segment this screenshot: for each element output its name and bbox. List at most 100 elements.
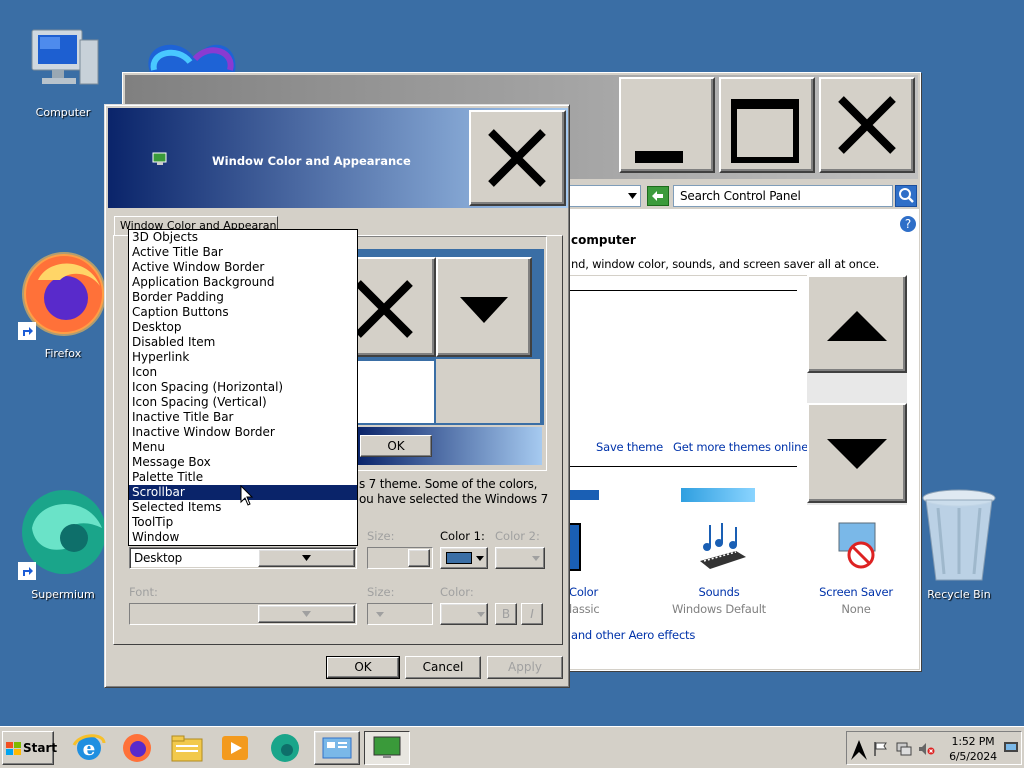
item-dropdown[interactable]: Desktop [129,547,357,569]
screen-saver-item[interactable]: Screen Saver None [791,519,921,616]
firefox-taskbar-icon[interactable] [118,731,156,765]
display-settings-icon [373,736,401,758]
dialog-close-button[interactable] [469,110,566,206]
screen-saver-icon [838,522,876,569]
svg-text:e: e [83,736,96,760]
computer-icon [31,29,99,85]
search-icon [899,188,914,203]
scroll-up-button[interactable] [807,275,907,373]
close-icon [838,96,896,154]
list-item[interactable]: 3D Objects [129,230,357,245]
list-item[interactable]: Window [129,530,357,545]
list-item[interactable]: Icon Spacing (Horizontal) [129,380,357,395]
desktop-icon-supermium[interactable]: Supermium [18,488,108,603]
flag-icon[interactable] [873,741,889,757]
list-item[interactable]: Icon Spacing (Vertical) [129,395,357,410]
color1-button[interactable] [440,547,488,569]
close-icon [488,129,546,187]
list-item[interactable]: Inactive Window Border [129,425,357,440]
arrow-up-icon [827,311,887,341]
shortcut-arrow-icon [18,562,36,580]
apply-button: Apply [487,656,563,679]
divider [569,466,797,467]
close-button[interactable] [819,77,915,173]
font-label: Font: [129,585,158,599]
recycle-bin-icon [922,489,996,581]
search-input[interactable]: Search Control Panel [673,185,893,207]
size-spinner [367,547,433,569]
ok-button[interactable]: OK [326,656,400,679]
desktop-icon-label: Firefox [44,347,82,360]
list-item[interactable]: Border Padding [129,290,357,305]
list-item[interactable]: Hyperlink [129,350,357,365]
cancel-button[interactable]: Cancel [405,656,481,679]
size-label: Size: [367,529,395,543]
list-item[interactable]: Active Window Border [129,260,357,275]
get-more-themes-link[interactable]: Get more themes online [673,440,808,454]
start-button[interactable]: Start [2,731,57,765]
preview-dropdown-button [436,257,532,357]
aero-effects-link[interactable]: and other Aero effects [571,628,695,642]
shortcut-arrow-icon [18,322,36,340]
scroll-down-button[interactable] [807,403,907,503]
font-size-label: Size: [367,585,395,599]
info-text-line2: ou have selected the Windows 7 [359,492,549,506]
list-item[interactable]: Disabled Item [129,335,357,350]
bold-button: B [495,603,517,625]
list-item[interactable]: Caption Buttons [129,305,357,320]
list-item[interactable]: Active Title Bar [129,245,357,260]
chevron-down-icon [628,193,637,199]
color-item-label: Color [569,585,599,599]
refresh-icon [652,191,663,201]
item-dropdown-arrow[interactable] [258,549,355,567]
display-settings-icon [152,152,167,165]
address-bar-dropdown[interactable] [569,185,641,207]
dialog-title: Window Color and Appearance [212,154,411,168]
page-heading: computer [571,233,636,247]
internet-explorer-icon[interactable]: e [70,731,108,765]
show-desktop-icon[interactable] [1003,741,1019,755]
save-theme-link[interactable]: Save theme [596,440,663,454]
supermium-taskbar-icon[interactable] [266,731,304,765]
sounds-item[interactable]: Sounds Windows Default [654,519,784,616]
list-item[interactable]: Inactive Title Bar [129,410,357,425]
desktop-icon-computer[interactable]: Computer [18,24,108,124]
list-item[interactable]: Palette Title [129,470,357,485]
maximize-button[interactable] [719,77,815,173]
desktop-icon-label: Recycle Bin [927,588,991,601]
theme-scrollbar[interactable] [807,275,907,505]
control-panel-task-button[interactable] [314,731,360,765]
network-icon[interactable] [895,741,913,757]
show-hidden-icons-icon[interactable] [849,736,869,762]
desktop-icon-label: Computer [35,106,91,119]
list-item[interactable]: Application Background [129,275,357,290]
list-item[interactable]: Message Box [129,455,357,470]
color-item[interactable]: Color lassic [569,519,639,616]
list-item[interactable]: Menu [129,440,357,455]
arrow-down-icon [827,439,887,469]
taskbar: Start e 1:52 PM 6/5/2024 [0,726,1024,768]
spinner-buttons [408,549,430,567]
maximize-icon [731,99,799,163]
color2-button [495,547,545,569]
screen-saver-item-label: Screen Saver [819,585,893,599]
refresh-button[interactable] [647,186,669,206]
font-dropdown-arrow [258,605,355,623]
control-panel-content: ? computer nd, window color, sounds, and… [569,209,919,669]
preview-close-button [356,257,436,357]
file-explorer-icon[interactable] [168,731,206,765]
list-item[interactable]: ToolTip [129,515,357,530]
list-item[interactable]: Icon [129,365,357,380]
desktop-icon-recycle-bin[interactable]: Recycle Bin [914,488,1004,603]
search-button[interactable] [895,185,917,207]
media-player-icon[interactable] [216,731,254,765]
font-color-button [440,603,488,625]
volume-muted-icon[interactable] [917,741,935,757]
list-item[interactable]: Desktop [129,320,357,335]
system-tray: 1:52 PM 6/5/2024 [846,731,1022,765]
display-settings-task-button[interactable] [364,731,410,765]
desktop-icon-firefox[interactable]: Firefox [18,250,108,360]
minimize-button[interactable] [619,77,715,173]
color-item-icon [569,523,581,571]
help-icon[interactable]: ? [899,215,917,233]
